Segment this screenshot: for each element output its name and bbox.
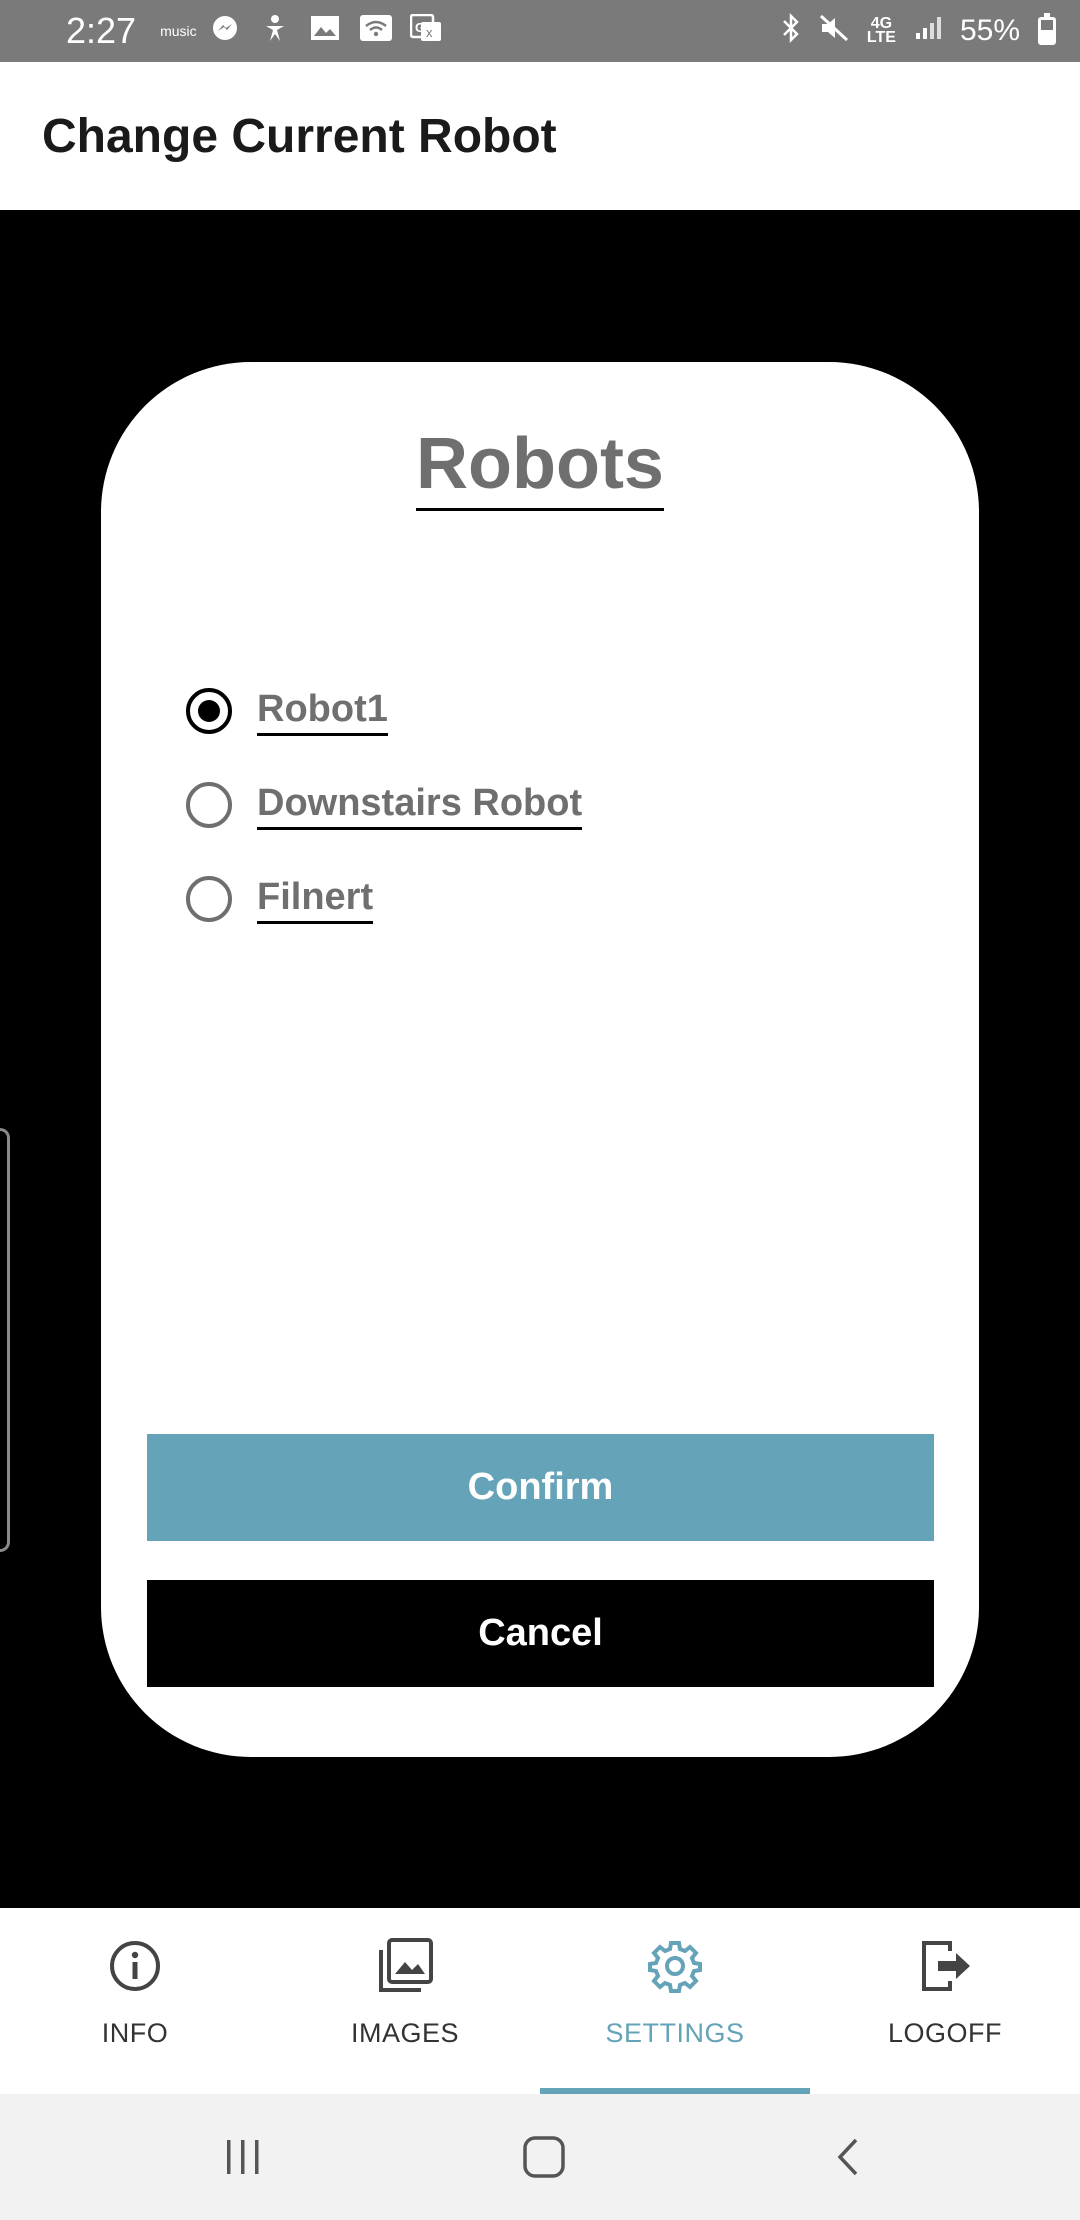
radio-checked-icon[interactable] [186,688,232,734]
svg-text:x: x [426,25,433,40]
system-nav-bar [0,2094,1080,2220]
robot-option-label[interactable]: Filnert [257,875,374,924]
home-icon[interactable] [514,2127,574,2187]
nav-item-logoff[interactable]: LOGOFF [810,1908,1080,2094]
image-icon [310,15,340,48]
images-icon[interactable] [375,1936,435,1996]
robot-radio-group: Robot1 Downstairs Robot Filnert [186,664,583,946]
notification-icons: music Gx [160,13,442,49]
robot-option-robot1[interactable]: Robot1 [186,664,582,758]
nav-item-info[interactable]: INFO [0,1908,270,2094]
mute-icon [819,14,849,49]
radio-unchecked-icon[interactable] [186,782,232,828]
wifi-icon [360,14,393,48]
page-title: Change Current Robot [42,109,557,163]
cancel-button[interactable]: Cancel [147,1580,934,1687]
amazon-music-icon: music [160,23,197,39]
nav-label[interactable]: INFO [102,2018,169,2049]
battery-icon [1038,13,1056,45]
nav-label[interactable]: SETTINGS [605,2018,744,2049]
recent-apps-icon[interactable] [213,2127,273,2187]
nav-item-settings[interactable]: SETTINGS [540,1908,810,2094]
status-time: 2:27 [66,10,137,51]
bluetooth-icon [781,12,801,50]
robot-option-downstairs-robot[interactable]: Downstairs Robot [186,758,583,852]
accessibility-icon [260,14,290,49]
edge-panel-handle[interactable] [0,1128,10,1552]
info-icon[interactable] [105,1936,165,1996]
nav-label[interactable]: LOGOFF [888,2018,1002,2049]
radio-unchecked-icon[interactable] [186,876,232,922]
nav-item-images[interactable]: IMAGES [270,1908,540,2094]
robot-option-filnert[interactable]: Filnert [186,852,582,946]
robot-option-label[interactable]: Downstairs Robot [257,781,583,830]
system-status-icons: 4G LTE 55% [781,12,1056,50]
dialog-title: Robots [101,424,979,511]
logout-icon[interactable] [915,1936,975,1996]
robot-option-label[interactable]: Robot1 [257,687,388,736]
battery-text: 55% [959,14,1020,47]
translate-icon: Gx [409,13,442,49]
signal-icon [914,15,942,48]
status-bar: 2:27 music Gx 4G LTE 55% [0,0,1080,62]
confirm-button[interactable]: Confirm [147,1434,934,1541]
main-content: Robots Robot1 Downstairs Robot Filnert C… [0,210,1080,1908]
4g-lte-icon: 4G LTE [866,15,896,46]
gear-icon[interactable] [645,1936,705,1996]
back-icon[interactable] [818,2127,878,2187]
robot-select-dialog: Robots Robot1 Downstairs Robot Filnert C… [101,362,979,1757]
bottom-nav: INFO IMAGES SETTINGS LOGOFF [0,1908,1080,2094]
dialog-title-text: Robots [416,424,664,511]
svg-text:G: G [415,20,425,35]
messenger-icon [210,14,240,49]
nav-label[interactable]: IMAGES [351,2018,459,2049]
app-header: Change Current Robot [0,62,1080,210]
